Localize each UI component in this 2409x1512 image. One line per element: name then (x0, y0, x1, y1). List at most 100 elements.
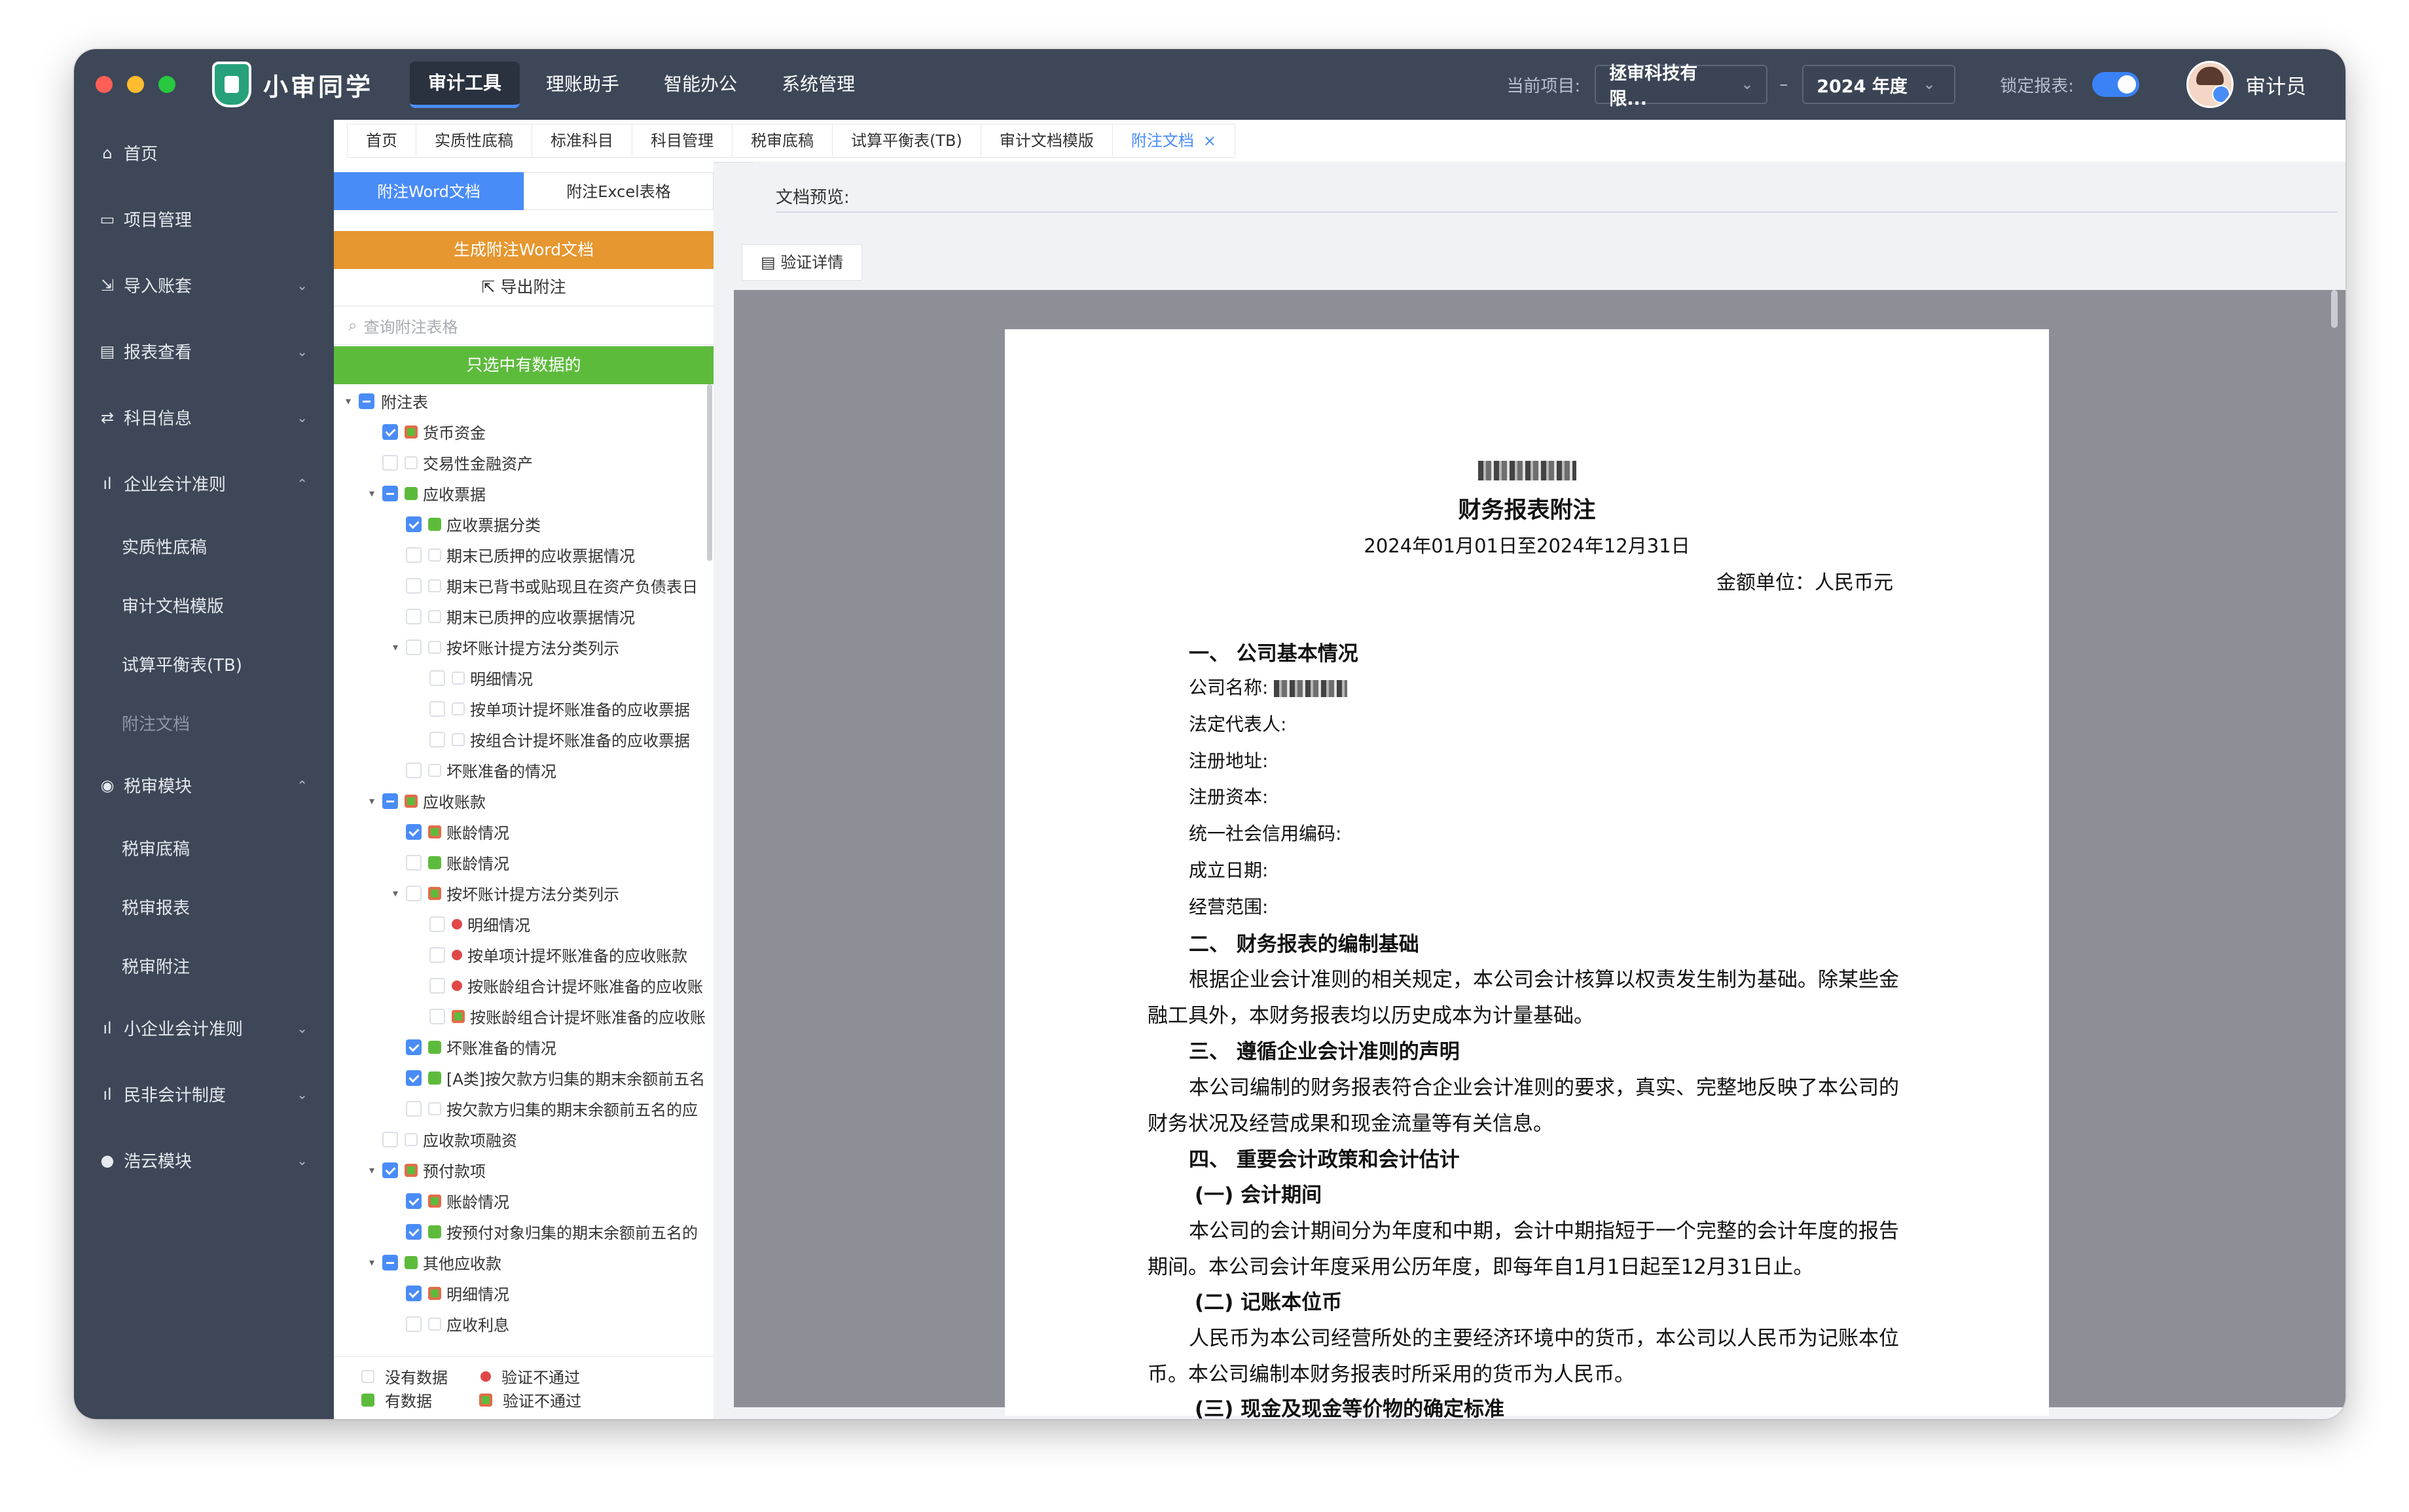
only-with-data-button[interactable]: 只选中有数据的 (334, 346, 714, 384)
user-name[interactable]: 审计员 (2245, 70, 2306, 99)
tree-node[interactable]: 按账龄组合计提坏账准备的应收账 (334, 970, 714, 1001)
tree-node[interactable]: 明细情况 (334, 909, 714, 939)
tree-node[interactable]: 按账龄组合计提坏账准备的应收账 (334, 1001, 714, 1032)
tree-checkbox[interactable] (382, 793, 398, 809)
tree-node[interactable]: ▾ 应收账款 (334, 785, 714, 816)
tree-node[interactable]: 交易性金融资产 (334, 447, 714, 478)
sidebar-item-reports[interactable]: ▤ 报表查看 ⌄ (74, 318, 334, 384)
caret-down-icon[interactable]: ▾ (365, 1256, 378, 1269)
sidebar-item-subjects[interactable]: ⇄ 科目信息 ⌄ (74, 384, 334, 450)
tree-node[interactable]: 账龄情况 (334, 847, 714, 878)
tree-checkbox[interactable] (382, 454, 398, 471)
tab-notes-doc[interactable]: 附注文档 × (1112, 124, 1235, 158)
top-nav-audit-tools[interactable]: 审计工具 (410, 61, 520, 108)
tree-node[interactable]: 期末已质押的应收票据情况 (334, 601, 714, 632)
tab-home[interactable]: 首页 (347, 124, 416, 158)
caret-down-icon[interactable]: ▾ (342, 395, 355, 407)
tree-checkbox[interactable] (429, 1008, 445, 1024)
tree-node[interactable]: 期末已质押的应收票据情况 (334, 539, 714, 570)
tab-subject-management[interactable]: 科目管理 (632, 124, 733, 158)
tree-checkbox[interactable] (406, 1223, 422, 1240)
tree-checkbox[interactable] (382, 1254, 398, 1270)
tree-checkbox[interactable] (406, 547, 422, 563)
tree-checkbox[interactable] (429, 946, 445, 963)
subtab-excel-table[interactable]: 附注Excel表格 (524, 172, 714, 210)
maximize-window-button[interactable] (158, 76, 175, 93)
top-nav-bookkeeping[interactable]: 理账助手 (528, 63, 638, 106)
tree-node[interactable]: 应收利息 (334, 1308, 714, 1339)
sidebar-item-small-enterprise[interactable]: ıl 小企业会计准则 ⌄ (74, 995, 334, 1061)
tree-node[interactable]: 应收票据分类 (334, 509, 714, 539)
user-avatar[interactable] (2186, 61, 2234, 108)
tree-checkbox[interactable] (406, 762, 422, 778)
tree-checkbox[interactable] (406, 1193, 422, 1209)
sidebar-sub-notes-doc[interactable]: 附注文档 (74, 693, 334, 752)
tree-node[interactable]: 按预付对象归集的期末余额前五名的 (334, 1216, 714, 1247)
tree-node[interactable]: [A类]按欠款方归集的期末余额前五名 (334, 1062, 714, 1093)
tree-node[interactable]: 按组合计提坏账准备的应收票据 (334, 724, 714, 755)
tree-checkbox[interactable] (359, 393, 374, 409)
tree-checkbox[interactable] (429, 700, 445, 717)
minimize-window-button[interactable] (127, 76, 144, 93)
sidebar-item-tax[interactable]: ◉ 税审模块 ⌃ (74, 752, 334, 818)
top-nav-system[interactable]: 系统管理 (763, 63, 873, 106)
sidebar-item-projects[interactable]: ▭ 项目管理 (74, 186, 334, 252)
sidebar-item-enterprise-standards[interactable]: ıl 企业会计准则 ⌃ (74, 450, 334, 516)
tree-node[interactable]: ▾ 按坏账计提方法分类列示 (334, 878, 714, 909)
tab-standard-subjects[interactable]: 标准科目 (532, 124, 632, 158)
sidebar-item-home[interactable]: ⌂ 首页 (74, 120, 334, 186)
sidebar-item-nonprofit[interactable]: ıl 民非会计制度 ⌄ (74, 1061, 334, 1127)
export-notes-button[interactable]: ⇱ 导出附注 (334, 269, 714, 306)
sidebar-sub-tax-notes[interactable]: 税审附注 (74, 936, 334, 995)
tree-checkbox[interactable] (406, 1039, 422, 1055)
tree-node[interactable]: ▾ 附注表 (334, 386, 714, 416)
top-nav-smart-office[interactable]: 智能办公 (645, 63, 755, 106)
sidebar-item-import[interactable]: ⇲ 导入账套 ⌄ (74, 252, 334, 318)
tree-checkbox[interactable] (382, 1162, 398, 1178)
tree-checkbox[interactable] (406, 1285, 422, 1301)
tree-node[interactable]: 坏账准备的情况 (334, 755, 714, 785)
verify-details-button[interactable]: ▤ 验证详情 (742, 244, 863, 281)
project-select[interactable]: 拯审科技有限... ⌄ (1595, 63, 1768, 109)
caret-down-icon[interactable]: ▾ (365, 1164, 378, 1176)
tree-node[interactable]: 期末已背书或贴现且在资产负债表日 (334, 570, 714, 601)
caret-down-icon[interactable]: ▾ (389, 641, 402, 653)
tree-checkbox[interactable] (406, 608, 422, 624)
tree-checkbox[interactable] (406, 1316, 422, 1332)
tree-node[interactable]: 按单项计提坏账准备的应收账款 (334, 939, 714, 970)
generate-word-button[interactable]: 生成附注Word文档 (334, 231, 714, 269)
tab-substantive[interactable]: 实质性底稿 (416, 124, 532, 158)
sidebar-sub-substantive[interactable]: 实质性底稿 (74, 516, 334, 575)
tree-node[interactable]: 账龄情况 (334, 816, 714, 847)
tree-checkbox[interactable] (406, 1100, 422, 1117)
caret-down-icon[interactable]: ▾ (365, 487, 378, 499)
tree-checkbox[interactable] (406, 516, 422, 532)
year-select[interactable]: 2024 年度 ⌄ (1802, 65, 1956, 104)
tree-checkbox[interactable] (382, 1131, 398, 1147)
tree-checkbox[interactable] (429, 731, 445, 747)
tree-node[interactable]: 按欠款方归集的期末余额前五名的应 (334, 1093, 714, 1124)
preview-scrollbar[interactable] (2331, 290, 2338, 328)
sidebar-sub-tax-report[interactable]: 税审报表 (74, 877, 334, 936)
tree-checkbox[interactable] (406, 577, 422, 594)
tree-node[interactable]: 货币资金 (334, 416, 714, 447)
document-preview-area[interactable]: 财务报表附注 2024年01月01日至2024年12月31日 金额单位：人民币元… (734, 290, 2346, 1419)
tree-checkbox[interactable] (429, 977, 445, 994)
lock-report-toggle[interactable] (2092, 72, 2139, 97)
tree-checkbox[interactable] (406, 1070, 422, 1086)
tree-checkbox[interactable] (382, 423, 398, 440)
tree-checkbox[interactable] (406, 639, 422, 655)
tree-node[interactable]: 明细情况 (334, 1278, 714, 1308)
tree-checkbox[interactable] (406, 885, 422, 901)
tree-checkbox[interactable] (382, 485, 398, 501)
sidebar-sub-tax-working[interactable]: 税审底稿 (74, 818, 334, 877)
caret-down-icon[interactable]: ▾ (389, 887, 402, 899)
tree-node[interactable]: 账龄情况 (334, 1185, 714, 1216)
sidebar-sub-audit-template[interactable]: 审计文档模版 (74, 575, 334, 634)
tree-checkbox[interactable] (406, 854, 422, 871)
tab-tax-working[interactable]: 税审底稿 (732, 124, 833, 158)
tab-audit-template[interactable]: 审计文档模版 (980, 124, 1113, 158)
tree-node[interactable]: 按单项计提坏账准备的应收票据 (334, 693, 714, 724)
search-input[interactable]: ⌕ 查询附注表格 (334, 306, 714, 345)
tree-node[interactable]: 应收款项融资 (334, 1124, 714, 1155)
